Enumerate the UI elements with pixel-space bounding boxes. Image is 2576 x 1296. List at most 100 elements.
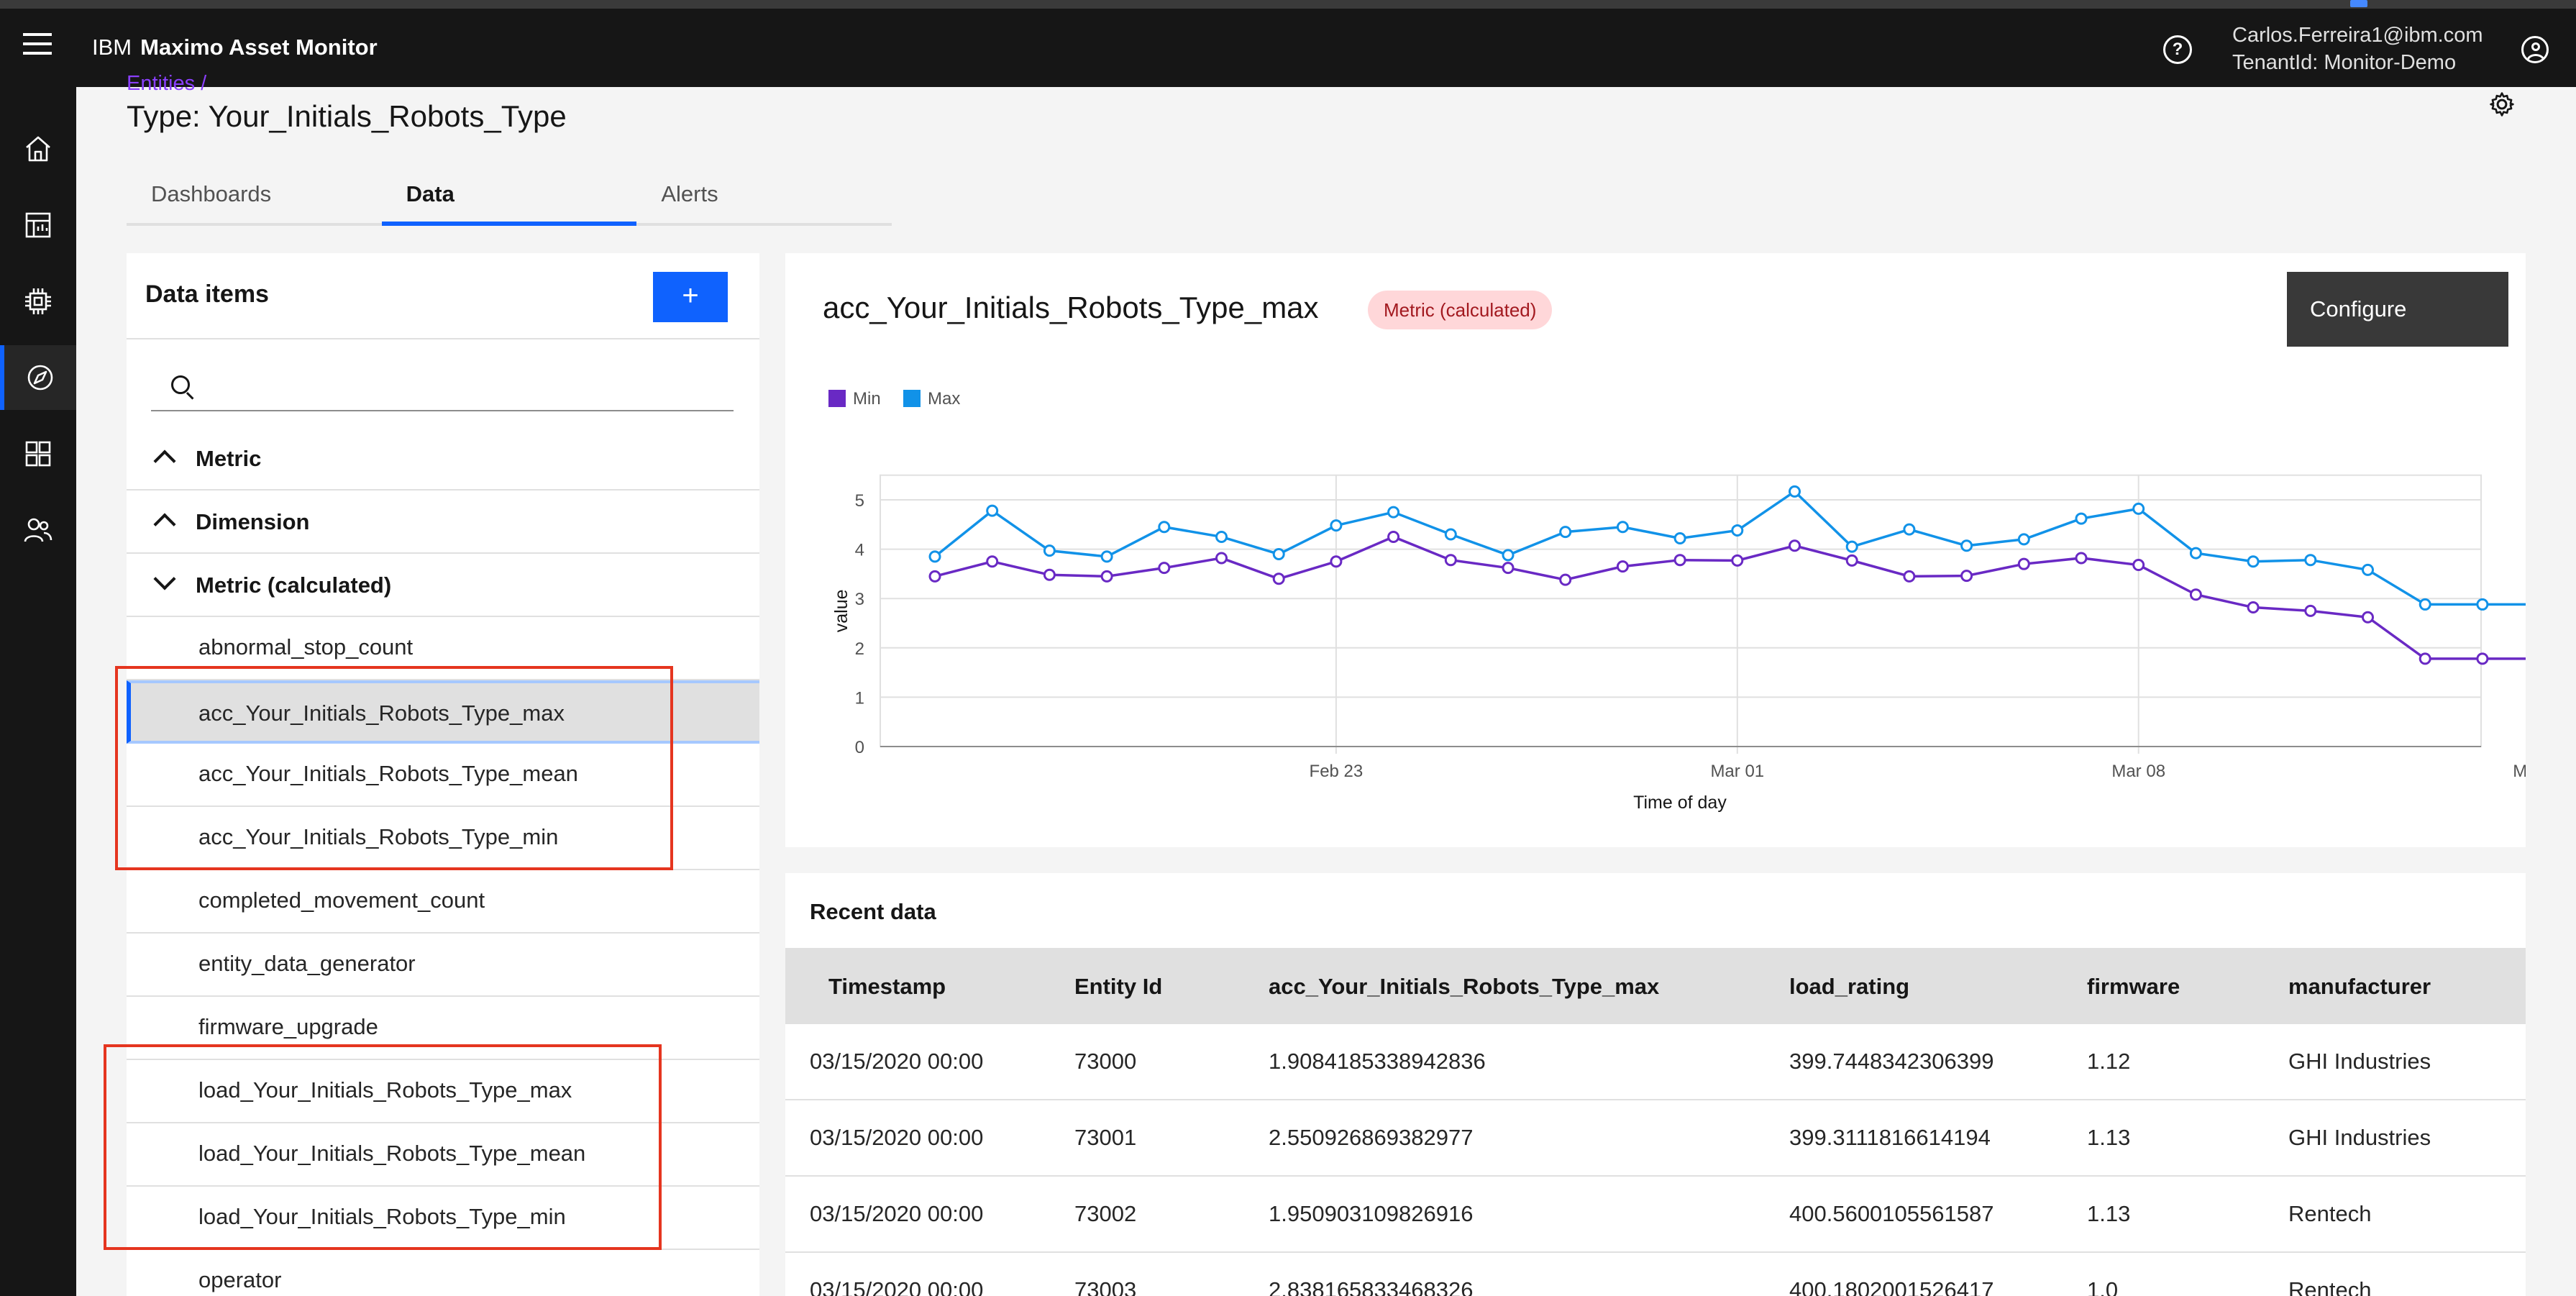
table-cell: 1.9084185338942836 — [1269, 1049, 1486, 1074]
table-cell: 400.1802001526417 — [1789, 1277, 1994, 1296]
column-header[interactable]: firmware — [2087, 974, 2180, 1000]
data-point-max — [2189, 547, 2202, 560]
data-item[interactable]: load_Your_Initials_Robots_Type_max — [127, 1060, 759, 1123]
data-item[interactable]: firmware_upgrade — [127, 997, 759, 1060]
group-metric-calculated[interactable]: Metric (calculated) — [127, 554, 759, 617]
data-item[interactable]: completed_movement_count — [127, 870, 759, 934]
rail-item-compass[interactable] — [0, 345, 76, 410]
data-point-max — [2362, 563, 2374, 576]
data-point-min — [1673, 554, 1686, 567]
column-header[interactable]: manufacturer — [2288, 974, 2431, 1000]
search-input[interactable] — [206, 367, 723, 403]
table-header: Timestamp Entity Id acc_Your_Initials_Ro… — [785, 948, 2526, 1024]
data-point-min — [1215, 552, 1228, 565]
data-point-max — [986, 504, 999, 517]
data-point-min — [2075, 552, 2088, 565]
help-icon[interactable]: ? — [2163, 35, 2192, 64]
x-axis-label: Time of day — [1633, 793, 1727, 813]
data-point-max — [1215, 530, 1228, 543]
tenant-id: TenantId: Monitor-Demo — [2232, 51, 2457, 74]
data-point-max — [1789, 485, 1801, 498]
x-tick-label: Feb 23 — [1310, 762, 1364, 781]
x-tick-label: Mar 15 — [2513, 762, 2526, 781]
search-icon — [171, 375, 190, 394]
recent-data-title: Recent data — [810, 899, 936, 924]
table-row[interactable]: 03/15/2020 00:00 73002 1.950903109826916… — [785, 1177, 2526, 1253]
table-row[interactable]: 03/15/2020 00:00 73001 2.550926869382977… — [785, 1100, 2526, 1177]
data-item[interactable]: acc_Your_Initials_Robots_Type_min — [127, 807, 759, 870]
product-brand[interactable]: IBM Maximo Asset Monitor — [92, 33, 378, 62]
data-item[interactable]: load_Your_Initials_Robots_Type_mean — [127, 1123, 759, 1187]
table-cell: 2.838165833468326 — [1269, 1277, 1474, 1296]
tab-data[interactable]: Data — [381, 165, 637, 226]
user-info[interactable]: Carlos.Ferreira1@ibm.com TenantId: Monit… — [2232, 22, 2483, 76]
group-label: Metric (calculated) — [196, 572, 392, 598]
data-item[interactable]: abnormal_stop_count — [127, 617, 759, 680]
table-cell: Rentech — [2288, 1201, 2372, 1226]
table-cell: 03/15/2020 00:00 — [810, 1125, 984, 1150]
browser-scroll-strip — [0, 0, 2576, 9]
metric-chart-card: acc_Your_Initials_Robots_Type_max Metric… — [785, 253, 2526, 847]
data-item[interactable]: operator — [127, 1250, 759, 1296]
chevron-up-icon — [153, 513, 176, 536]
user-email: Carlos.Ferreira1@ibm.com — [2232, 24, 2483, 47]
configure-button[interactable]: Configure — [2287, 272, 2508, 347]
chevron-up-icon — [153, 450, 176, 473]
data-point-max — [1330, 519, 1343, 532]
add-data-item-button[interactable]: + — [653, 272, 728, 322]
rail-item-users[interactable] — [0, 498, 76, 562]
group-dimension[interactable]: Dimension — [127, 490, 759, 554]
data-point-min — [928, 570, 941, 583]
y-tick-label: 0 — [855, 738, 864, 757]
data-point-max — [2017, 533, 2030, 546]
column-header[interactable]: acc_Your_Initials_Robots_Type_max — [1269, 974, 1659, 1000]
tab-alerts[interactable]: Alerts — [636, 165, 892, 226]
user-avatar-icon[interactable] — [2521, 36, 2549, 63]
column-header[interactable]: Entity Id — [1074, 974, 1162, 1000]
apps-icon — [25, 441, 51, 467]
group-label: Metric — [196, 446, 262, 471]
data-item[interactable]: acc_Your_Initials_Robots_Type_mean — [127, 744, 759, 807]
data-point-min — [1100, 570, 1113, 583]
legend-label: Min — [853, 389, 881, 409]
chip-icon — [25, 288, 51, 314]
table-cell: 400.5600105561587 — [1789, 1201, 1994, 1226]
scroll-thumb[interactable] — [2350, 0, 2367, 7]
compass-icon — [27, 365, 53, 391]
rail-item-dashboard[interactable] — [0, 193, 76, 257]
data-point-min — [1960, 570, 1973, 583]
table-row[interactable]: 03/15/2020 00:00 73003 2.838165833468326… — [785, 1253, 2526, 1296]
breadcrumb[interactable]: Entities / — [127, 72, 206, 96]
data-point-max — [1731, 524, 1744, 537]
data-point-max — [1960, 539, 1973, 552]
data-item[interactable]: entity_data_generator — [127, 934, 759, 997]
data-point-max — [2075, 512, 2088, 525]
y-tick-label: 5 — [855, 491, 864, 511]
data-point-min — [1789, 539, 1801, 552]
settings-gear-icon[interactable] — [2488, 91, 2516, 118]
x-tick-label: Mar 08 — [2111, 762, 2165, 781]
tab-dashboards[interactable]: Dashboards — [127, 165, 382, 226]
page-title: Type: Your_Initials_Robots_Type — [127, 99, 567, 133]
data-point-max — [1903, 523, 1916, 536]
rail-item-chip[interactable] — [0, 269, 76, 334]
data-item-selected[interactable]: acc_Your_Initials_Robots_Type_max — [127, 680, 759, 744]
table-cell: 2.550926869382977 — [1269, 1125, 1474, 1150]
rail-item-home[interactable] — [0, 117, 76, 181]
table-row[interactable]: 03/15/2020 00:00 73000 1.908418533894283… — [785, 1024, 2526, 1100]
column-header[interactable]: load_rating — [1789, 974, 1909, 1000]
table-cell: GHI Industries — [2288, 1049, 2431, 1074]
table-cell: 73003 — [1074, 1277, 1137, 1296]
table-cell: 1.13 — [2087, 1201, 2131, 1226]
data-item[interactable]: load_Your_Initials_Robots_Type_min — [127, 1187, 759, 1250]
hamburger-menu-icon[interactable] — [23, 33, 52, 55]
column-header[interactable]: Timestamp — [828, 974, 946, 1000]
group-metric[interactable]: Metric — [127, 427, 759, 490]
data-items-search — [151, 360, 734, 411]
data-point-min — [2247, 601, 2260, 614]
data-point-min — [1845, 554, 1858, 567]
rail-item-apps[interactable] — [0, 421, 76, 486]
data-point-min — [2132, 559, 2145, 572]
data-point-min — [1330, 555, 1343, 568]
x-tick-label: Mar 01 — [1710, 762, 1764, 781]
